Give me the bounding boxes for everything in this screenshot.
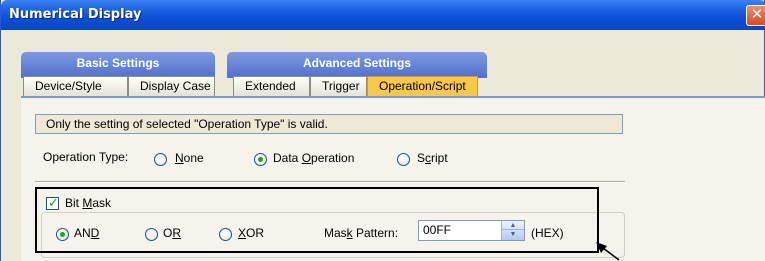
title-bar[interactable]: Numerical Display ✕ bbox=[1, 0, 765, 30]
window-title: Numerical Display bbox=[9, 7, 142, 22]
tab-label: Device/Style bbox=[35, 79, 102, 93]
radio-selected-dot bbox=[258, 157, 263, 162]
callout-arrow-icon bbox=[596, 242, 620, 261]
tab-group-advanced-settings: Advanced Settings bbox=[227, 52, 487, 78]
close-icon: ✕ bbox=[750, 6, 764, 23]
tab-label: Display Case bbox=[140, 79, 211, 93]
info-box: Only the setting of selected "Operation … bbox=[35, 114, 623, 134]
tab-label: Trigger bbox=[322, 79, 360, 93]
radio-none-label[interactable]: None bbox=[175, 151, 204, 165]
radio-script[interactable] bbox=[397, 153, 410, 166]
tab-label: Operation/Script bbox=[379, 79, 466, 93]
section-divider bbox=[35, 181, 625, 183]
tab-group-basic-settings: Basic Settings bbox=[21, 52, 215, 78]
tab-display-case[interactable]: Display Case bbox=[128, 76, 215, 96]
tab-group-label: Basic Settings bbox=[76, 56, 160, 70]
numerical-display-dialog: Numerical Display ✕ Basic Settings Advan… bbox=[0, 0, 765, 261]
radio-data-operation-label[interactable]: Data Operation bbox=[273, 151, 354, 165]
tab-extended[interactable]: Extended bbox=[233, 76, 310, 96]
tab-operation-script[interactable]: Operation/Script bbox=[367, 76, 478, 96]
tab-trigger[interactable]: Trigger bbox=[310, 76, 367, 96]
operation-type-label: Operation Type: bbox=[43, 150, 129, 164]
radio-data-operation[interactable] bbox=[254, 153, 267, 166]
tab-group-label: Advanced Settings bbox=[302, 56, 412, 70]
tab-device-style[interactable]: Device/Style bbox=[23, 76, 128, 96]
radio-script-label[interactable]: Script bbox=[417, 151, 448, 165]
info-text: Only the setting of selected "Operation … bbox=[46, 117, 328, 131]
tab-label: Extended bbox=[245, 79, 296, 93]
radio-none[interactable] bbox=[154, 153, 167, 166]
close-button[interactable]: ✕ bbox=[746, 5, 765, 26]
highlight-rectangle bbox=[35, 187, 599, 253]
